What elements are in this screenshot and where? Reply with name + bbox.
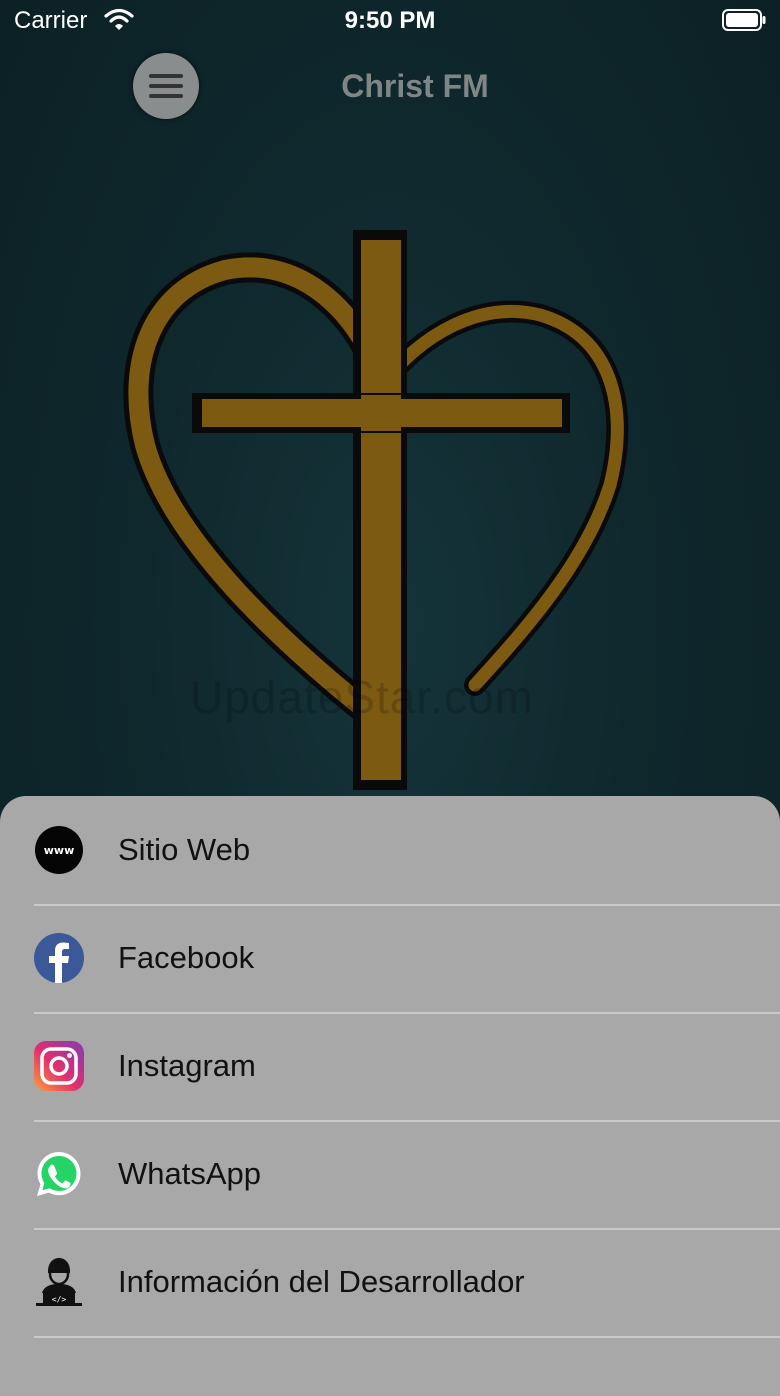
menu-item-label: WhatsApp xyxy=(118,1156,262,1191)
clock-label: 9:50 PM xyxy=(344,7,436,34)
menu-button[interactable] xyxy=(133,53,199,119)
whatsapp-icon xyxy=(34,1149,84,1199)
bottom-sheet-menu: www Sitio Web Facebook Instagram WhatsAp… xyxy=(0,796,780,1396)
menu-item-label: Instagram xyxy=(118,1048,256,1083)
menu-item-instagram[interactable]: Instagram xyxy=(34,1012,780,1122)
hamburger-icon xyxy=(149,74,183,98)
menu-item-facebook[interactable]: Facebook xyxy=(34,904,780,1014)
page-title: Christ FM xyxy=(341,68,489,104)
menu-item-label: Facebook xyxy=(118,940,255,975)
menu-item-developer-info[interactable]: </> Información del Desarrollador xyxy=(34,1228,780,1338)
menu-item-website[interactable]: www Sitio Web xyxy=(34,796,780,906)
facebook-icon xyxy=(34,933,84,983)
menu-item-label: Información del Desarrollador xyxy=(118,1264,525,1299)
menu-item-whatsapp[interactable]: WhatsApp xyxy=(34,1120,780,1230)
menu-item-label: Sitio Web xyxy=(118,832,251,867)
watermark-text: UpdateStar.com xyxy=(190,671,534,723)
svg-text:www: www xyxy=(44,844,75,857)
www-icon: www xyxy=(34,825,84,875)
battery-icon xyxy=(722,9,766,31)
status-bar: Carrier 9:50 PM xyxy=(0,0,780,44)
instagram-icon xyxy=(34,1041,84,1091)
svg-text:</>: </> xyxy=(52,1295,67,1304)
developer-icon: </> xyxy=(34,1257,84,1307)
